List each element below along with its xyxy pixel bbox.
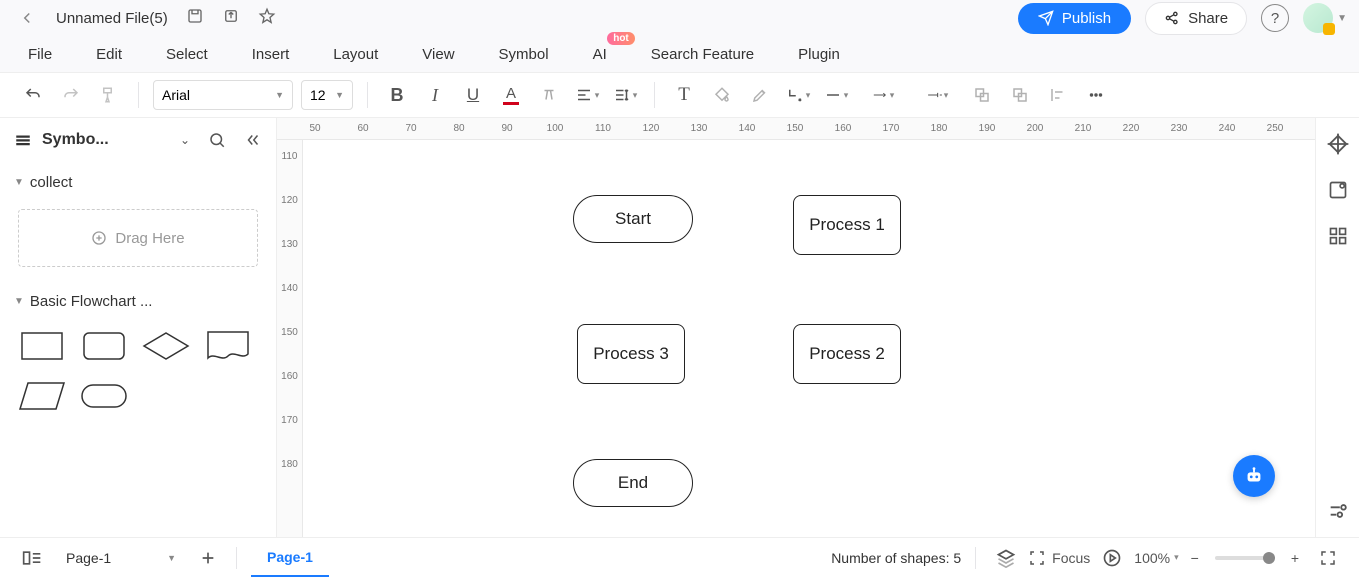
more-button[interactable] <box>1081 80 1111 110</box>
zoom-value[interactable]: 100%▾ <box>1134 550 1178 566</box>
shape-start[interactable]: Start <box>573 195 693 243</box>
undo-button[interactable] <box>18 80 48 110</box>
font-size-selector[interactable]: 12▼ <box>301 80 353 110</box>
grid-button[interactable] <box>1326 224 1350 248</box>
filename[interactable]: Unnamed File(5) <box>56 10 168 27</box>
library-icon <box>14 131 32 149</box>
font-selector[interactable]: Arial▼ <box>153 80 293 110</box>
menu-file[interactable]: File <box>28 46 52 63</box>
shape-p1[interactable]: Process 1 <box>793 195 901 255</box>
shape-document[interactable] <box>204 328 252 364</box>
bold-button[interactable]: B <box>382 80 412 110</box>
format-painter-button[interactable] <box>94 80 124 110</box>
zoom-slider[interactable] <box>1215 556 1275 560</box>
line-color-button[interactable] <box>745 80 775 110</box>
robot-icon <box>1243 465 1265 487</box>
send-back-button[interactable] <box>1005 80 1035 110</box>
drag-here-label: Drag Here <box>115 230 184 247</box>
focus-button[interactable]: Focus <box>1028 549 1090 567</box>
accordion-basic-flowchart[interactable]: ▼Basic Flowchart ... <box>14 285 262 318</box>
hot-badge: hot <box>607 32 635 45</box>
bring-front-button[interactable] <box>967 80 997 110</box>
line-style-button[interactable]: ▾ <box>821 80 851 110</box>
connector-button[interactable]: ▾ <box>783 80 813 110</box>
avatar[interactable] <box>1303 3 1333 33</box>
align-button[interactable]: ▾ <box>572 80 602 110</box>
menu-search-feature[interactable]: Search Feature <box>651 46 754 63</box>
canvas[interactable]: Start Process 1 Process 3 Process 2 End <box>303 140 1315 537</box>
line-spacing-button[interactable]: ▾ <box>610 80 640 110</box>
menu-layout[interactable]: Layout <box>333 46 378 63</box>
export-icon[interactable] <box>222 7 240 30</box>
layers-button[interactable] <box>996 548 1016 568</box>
add-page-button[interactable] <box>200 550 216 566</box>
chat-assistant-button[interactable] <box>1233 455 1275 497</box>
shape-diamond[interactable] <box>142 328 190 364</box>
shape-terminator[interactable] <box>80 378 128 414</box>
fill-button[interactable] <box>707 80 737 110</box>
menu-view[interactable]: View <box>422 46 454 63</box>
menu-edit[interactable]: Edit <box>96 46 122 63</box>
text-tool-button[interactable]: T <box>669 80 699 110</box>
back-button[interactable] <box>12 3 42 33</box>
help-button[interactable]: ? <box>1261 4 1289 32</box>
shape-p2[interactable]: Process 2 <box>793 324 901 384</box>
menu-insert[interactable]: Insert <box>252 46 290 63</box>
horizontal-ruler: 5060708090100110120130140150160170180190… <box>277 118 1315 140</box>
fullscreen-button[interactable] <box>1319 549 1337 567</box>
send-icon <box>1038 10 1054 26</box>
font-color-button[interactable]: A <box>496 80 526 110</box>
properties-button[interactable] <box>1326 178 1350 202</box>
share-icon <box>1164 10 1180 26</box>
menu-symbol[interactable]: Symbol <box>499 46 549 63</box>
shape-parallelogram[interactable] <box>18 378 66 414</box>
vertical-ruler: 110120130140150160170180 <box>277 140 303 537</box>
page-list-button[interactable] <box>22 550 42 566</box>
arrow-style-button[interactable]: ▾ <box>859 80 907 110</box>
publish-label: Publish <box>1062 10 1111 27</box>
plus-icon <box>91 230 107 246</box>
shape-end[interactable]: End <box>573 459 693 507</box>
star-icon[interactable] <box>258 7 276 30</box>
publish-button[interactable]: Publish <box>1018 3 1131 34</box>
panel-expand-icon[interactable]: ⌄ <box>180 133 190 147</box>
share-button[interactable]: Share <box>1145 2 1247 35</box>
share-label: Share <box>1188 10 1228 27</box>
drag-here-zone[interactable]: Drag Here <box>18 209 258 267</box>
clear-format-button[interactable] <box>534 80 564 110</box>
zoom-out-button[interactable]: − <box>1191 550 1199 566</box>
shapes-count: Number of shapes: 5 <box>831 550 961 566</box>
panel-title: Symbo... <box>42 131 162 149</box>
line-end-button[interactable]: ▾ <box>915 80 959 110</box>
shape-p3[interactable]: Process 3 <box>577 324 685 384</box>
avatar-caret-icon[interactable]: ▼ <box>1337 13 1347 24</box>
settings-toggle-button[interactable] <box>1326 499 1350 523</box>
collapse-panel-icon[interactable] <box>244 131 262 149</box>
menu-plugin[interactable]: Plugin <box>798 46 840 63</box>
italic-button[interactable]: I <box>420 80 450 110</box>
tab-page-1[interactable]: Page-1 <box>251 538 329 577</box>
presentation-button[interactable] <box>1102 548 1122 568</box>
page-selector[interactable]: Page-1▼ <box>66 550 176 566</box>
zoom-in-button[interactable]: + <box>1291 550 1299 566</box>
menu-select[interactable]: Select <box>166 46 208 63</box>
underline-button[interactable]: U <box>458 80 488 110</box>
shape-rect[interactable] <box>18 328 66 364</box>
align-objects-button[interactable] <box>1043 80 1073 110</box>
redo-button[interactable] <box>56 80 86 110</box>
theme-button[interactable] <box>1326 132 1350 156</box>
shape-rounded-rect[interactable] <box>80 328 128 364</box>
save-icon[interactable] <box>186 7 204 30</box>
menu-ai[interactable]: AIhot <box>593 46 607 63</box>
search-icon[interactable] <box>208 131 226 149</box>
accordion-collect[interactable]: ▼collect <box>14 166 262 199</box>
